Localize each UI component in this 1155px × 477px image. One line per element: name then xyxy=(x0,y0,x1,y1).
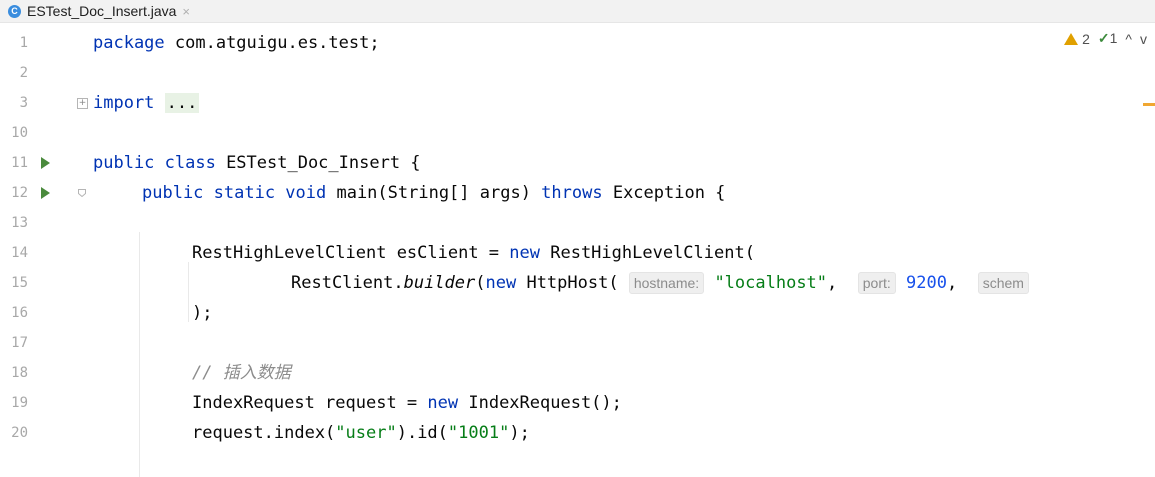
number-literal: 9200 xyxy=(906,273,947,293)
line-number: 14 xyxy=(11,245,28,261)
code-text: RestHighLevelClient esClient = xyxy=(192,243,510,263)
line-number: 19 xyxy=(11,395,28,411)
keyword: new xyxy=(427,393,459,413)
code-text: ); xyxy=(192,303,213,323)
line-number: 3 xyxy=(19,95,28,111)
code-text: Exception { xyxy=(602,183,726,203)
keyword: public class xyxy=(93,153,216,173)
string-literal: "localhost" xyxy=(714,273,828,293)
code-text: ( xyxy=(475,273,486,293)
code-line[interactable]: 17 xyxy=(0,328,1155,358)
keyword: new xyxy=(485,273,517,293)
code-line[interactable]: 19 IndexRequest request = new IndexReque… xyxy=(0,388,1155,418)
line-number: 1 xyxy=(19,35,28,51)
line-number: 15 xyxy=(11,275,28,291)
code-text: main(String[] args) xyxy=(326,183,542,203)
code-line[interactable]: 3 + import ... xyxy=(0,88,1155,118)
code-text: , xyxy=(946,273,968,293)
line-number: 18 xyxy=(11,365,28,381)
keyword: throws xyxy=(541,183,603,203)
code-line[interactable]: 15 RestClient.builder(new HttpHost( host… xyxy=(0,268,1155,298)
close-tab-icon[interactable]: × xyxy=(182,4,190,19)
folded-imports[interactable]: ... xyxy=(164,93,200,113)
code-line[interactable]: 11 public class ESTest_Doc_Insert { xyxy=(0,148,1155,178)
code-text: ); xyxy=(509,423,530,443)
string-literal: "user" xyxy=(335,423,397,443)
code-text: HttpHost( xyxy=(516,273,629,293)
fold-collapse-icon[interactable] xyxy=(78,189,86,197)
editor-tab-bar: C ESTest_Doc_Insert.java × xyxy=(0,0,1155,23)
run-icon[interactable] xyxy=(41,157,50,169)
code-text: , xyxy=(827,273,848,293)
code-line[interactable]: 1 package com.atguigu.es.test; xyxy=(0,28,1155,58)
line-number: 20 xyxy=(11,425,28,441)
code-text: IndexRequest(); xyxy=(458,393,622,413)
keyword: new xyxy=(509,243,540,263)
parameter-hint: schem xyxy=(977,272,1029,294)
line-number: 11 xyxy=(11,155,28,171)
comment: // 插入数据 xyxy=(192,363,291,383)
code-line[interactable]: 14 RestHighLevelClient esClient = new Re… xyxy=(0,238,1155,268)
file-tab[interactable]: C ESTest_Doc_Insert.java × xyxy=(0,0,198,22)
line-number: 16 xyxy=(11,305,28,321)
fold-expand-icon[interactable]: + xyxy=(77,98,88,109)
code-line[interactable]: 13 xyxy=(0,208,1155,238)
code-line[interactable]: 12 public static void main(String[] args… xyxy=(0,178,1155,208)
line-number: 2 xyxy=(19,65,28,81)
code-text: com.atguigu.es.test; xyxy=(164,33,380,53)
code-text: RestClient. xyxy=(291,273,404,293)
line-number: 10 xyxy=(11,125,28,141)
line-number: 13 xyxy=(11,215,28,231)
code-text: ).id( xyxy=(396,423,448,443)
method-name: builder xyxy=(403,273,476,293)
keyword: public static void xyxy=(142,183,327,203)
line-number: 12 xyxy=(11,185,28,201)
code-text: request.index( xyxy=(192,423,336,443)
code-line[interactable]: 2 xyxy=(0,58,1155,88)
parameter-hint: hostname: xyxy=(628,272,705,294)
parameter-hint: port: xyxy=(857,272,896,294)
keyword: import xyxy=(93,93,155,113)
code-line[interactable]: 20 request.index("user").id("1001"); xyxy=(0,418,1155,448)
code-line[interactable]: 10 xyxy=(0,118,1155,148)
string-literal: "1001" xyxy=(447,423,510,443)
java-class-icon: C xyxy=(8,4,21,18)
code-text: RestHighLevelClient( xyxy=(540,243,755,263)
keyword: package xyxy=(93,33,165,53)
code-line[interactable]: 16 ); xyxy=(0,298,1155,328)
run-icon[interactable] xyxy=(41,187,50,199)
code-text: ESTest_Doc_Insert { xyxy=(215,153,421,173)
code-line[interactable]: 18 // 插入数据 xyxy=(0,358,1155,388)
file-tab-title: ESTest_Doc_Insert.java xyxy=(27,3,177,19)
line-number: 17 xyxy=(11,335,28,351)
code-text: IndexRequest request = xyxy=(192,393,428,413)
